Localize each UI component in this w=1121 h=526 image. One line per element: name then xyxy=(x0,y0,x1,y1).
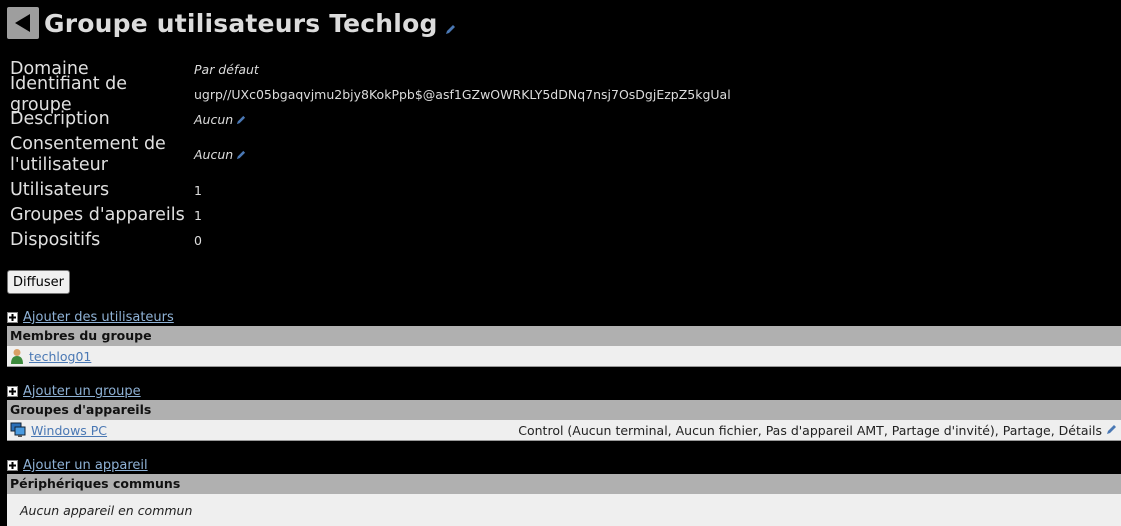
description-text: Aucun xyxy=(194,111,234,127)
add-users-link[interactable]: Ajouter des utilisateurs xyxy=(23,310,174,325)
description-value: Aucun xyxy=(194,112,246,128)
device-group-link-windows-pc[interactable]: Windows PC xyxy=(31,423,107,438)
add-users-link-row: Ajouter des utilisateurs xyxy=(7,310,174,325)
info-row-description: Description Aucun xyxy=(10,107,731,132)
info-row-consent: Consentement de l'utilisateur Aucun xyxy=(10,132,731,178)
consent-label: Consentement de l'utilisateur xyxy=(10,134,166,175)
device-group-row[interactable]: Windows PC Control (Aucun terminal, Aucu… xyxy=(7,420,1121,441)
device-groups-header: Groupes d'appareils xyxy=(7,400,1121,420)
back-button[interactable] xyxy=(7,7,39,39)
edit-title-pencil-icon[interactable] xyxy=(445,20,456,39)
device-groups-label: Groupes d'appareils xyxy=(10,205,185,225)
add-device-link-row: Ajouter un appareil xyxy=(7,458,148,473)
description-label: Description xyxy=(10,109,110,129)
users-label: Utilisateurs xyxy=(10,180,110,200)
devices-value: 0 xyxy=(194,233,202,248)
info-row-device-groups: Groupes d'appareils 1 xyxy=(10,203,731,228)
common-devices-header: Périphériques communs xyxy=(7,474,1121,494)
group-info: Domaine Par défaut Identifiant de groupe… xyxy=(10,57,731,253)
consent-text: Aucun xyxy=(194,147,234,162)
broadcast-button[interactable]: Diffuser xyxy=(7,270,70,294)
device-group-rights: Control (Aucun terminal, Aucun fichier, … xyxy=(518,423,1117,438)
add-group-link-row: Ajouter un groupe xyxy=(7,384,141,399)
device-groups-value: 1 xyxy=(194,208,202,223)
add-plus-icon xyxy=(7,386,18,397)
common-devices-empty: Aucun appareil en commun xyxy=(7,494,1121,526)
member-row[interactable]: techlog01 xyxy=(7,346,1121,367)
user-icon xyxy=(11,349,23,364)
edit-rights-pencil-icon[interactable] xyxy=(1106,423,1117,438)
devices-label: Dispositifs xyxy=(10,230,101,250)
members-header: Membres du groupe xyxy=(7,326,1121,346)
add-plus-icon xyxy=(7,460,18,471)
info-row-group-id: Identifiant de groupe ugrp//UXc05bgaqvjm… xyxy=(10,74,731,115)
edit-description-pencil-icon[interactable] xyxy=(236,113,246,128)
edit-consent-pencil-icon[interactable] xyxy=(236,148,246,163)
group-id-value: ugrp//UXc05bgaqvjmu2bjy8KokPpb$@asf1GZwO… xyxy=(194,87,731,102)
info-row-users: Utilisateurs 1 xyxy=(10,178,731,203)
page-header: Groupe utilisateurs Techlog xyxy=(7,7,456,39)
add-group-link[interactable]: Ajouter un groupe xyxy=(23,384,141,399)
member-link-techlog01[interactable]: techlog01 xyxy=(29,349,91,364)
add-plus-icon xyxy=(7,312,18,323)
back-arrow-icon xyxy=(15,14,30,32)
device-group-rights-text: Control (Aucun terminal, Aucun fichier, … xyxy=(518,422,1102,438)
page-title: Groupe utilisateurs Techlog xyxy=(44,8,438,38)
users-value: 1 xyxy=(194,183,202,198)
info-row-devices: Dispositifs 0 xyxy=(10,228,731,253)
domain-value: Par défaut xyxy=(194,62,259,77)
computer-group-icon xyxy=(10,422,26,437)
add-device-link[interactable]: Ajouter un appareil xyxy=(23,458,148,473)
consent-value: Aucun xyxy=(194,147,246,163)
